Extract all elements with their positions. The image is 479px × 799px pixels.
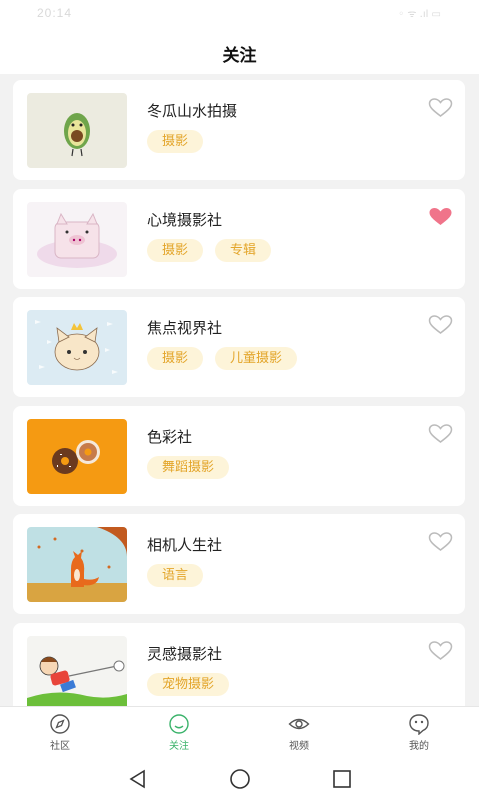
chat-icon	[409, 714, 429, 735]
tab-video[interactable]: 视频	[259, 713, 339, 752]
smile-icon	[169, 714, 189, 734]
compass-icon	[50, 714, 70, 734]
tag-list: 语言	[147, 564, 204, 587]
tab-label: 社区	[50, 741, 70, 752]
heart-outline-icon[interactable]	[428, 98, 453, 118]
heart-filled-icon[interactable]	[428, 207, 453, 227]
tag-list: 宠物摄影	[147, 673, 230, 696]
tag-list: 摄影 专辑	[147, 239, 272, 262]
follow-list[interactable]: 冬瓜山水拍摄 摄影 心境摄影社 摄影 专辑 焦点视界社 摄影 儿童摄影 色彩社 …	[0, 74, 479, 706]
tag[interactable]: 摄影	[147, 130, 204, 153]
recents-square-icon[interactable]	[330, 767, 354, 791]
club-name: 灵感摄影社	[147, 645, 223, 663]
tab-label: 我的	[409, 741, 429, 752]
club-name: 色彩社	[147, 428, 193, 446]
club-name: 相机人生社	[147, 536, 223, 554]
club-card[interactable]: 冬瓜山水拍摄 摄影	[13, 80, 465, 180]
status-icons: ◦ ᯤ .ıl ▭	[398, 9, 441, 20]
club-card[interactable]: 心境摄影社 摄影 专辑	[13, 189, 465, 289]
club-card[interactable]: 灵感摄影社 宠物摄影	[13, 623, 465, 706]
tag[interactable]: 舞蹈摄影	[147, 456, 230, 479]
page-title: 关注	[222, 46, 257, 66]
eye-icon	[288, 718, 310, 730]
tab-community[interactable]: 社区	[20, 713, 100, 752]
tag-list: 摄影	[147, 130, 204, 153]
page-header: 关注	[0, 28, 479, 74]
donut-thumbnail	[27, 419, 127, 494]
club-name: 心境摄影社	[147, 211, 223, 229]
fox-thumbnail	[27, 527, 127, 602]
tag[interactable]: 摄影	[147, 239, 204, 262]
kid-thumbnail	[27, 636, 127, 706]
club-name: 冬瓜山水拍摄	[147, 102, 238, 120]
home-circle-icon[interactable]	[228, 767, 252, 791]
tag[interactable]: 专辑	[215, 239, 272, 262]
tab-label: 视频	[289, 741, 309, 752]
bottom-tab-bar: 社区 关注 视频 我的	[0, 706, 479, 759]
tag[interactable]: 语言	[147, 564, 204, 587]
tag-list: 舞蹈摄影	[147, 456, 230, 479]
heart-outline-icon[interactable]	[428, 424, 453, 444]
heart-outline-icon[interactable]	[428, 532, 453, 552]
tab-mine[interactable]: 我的	[379, 713, 459, 752]
status-bar: 20:14 ◦ ᯤ .ıl ▭	[0, 0, 479, 28]
back-triangle-icon[interactable]	[126, 767, 150, 791]
tag-list: 摄影 儿童摄影	[147, 347, 298, 370]
heart-outline-icon[interactable]	[428, 315, 453, 335]
tag[interactable]: 儿童摄影	[215, 347, 298, 370]
avocado-thumbnail	[27, 93, 127, 168]
status-time: 20:14	[37, 6, 73, 20]
tab-follow[interactable]: 关注	[139, 713, 219, 752]
club-name: 焦点视界社	[147, 319, 223, 337]
pig-thumbnail	[27, 202, 127, 277]
tag[interactable]: 摄影	[147, 347, 204, 370]
heart-outline-icon[interactable]	[428, 641, 453, 661]
tag[interactable]: 宠物摄影	[147, 673, 230, 696]
club-card[interactable]: 相机人生社 语言	[13, 514, 465, 614]
tab-label: 关注	[169, 741, 189, 752]
club-card[interactable]: 焦点视界社 摄影 儿童摄影	[13, 297, 465, 397]
club-card[interactable]: 色彩社 舞蹈摄影	[13, 406, 465, 506]
cat-thumbnail	[27, 310, 127, 385]
system-nav-bar	[0, 758, 479, 799]
